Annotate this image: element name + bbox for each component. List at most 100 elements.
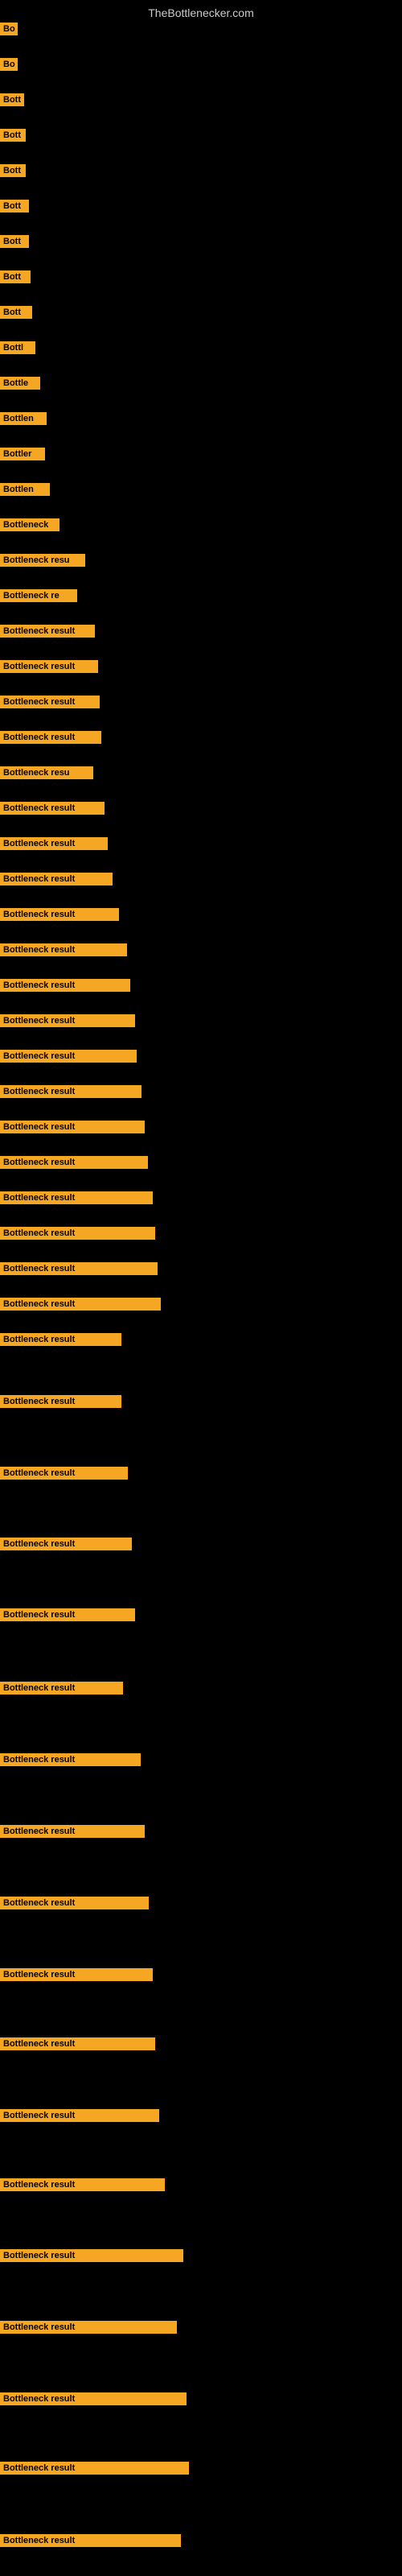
bar-label: Bottleneck result xyxy=(0,1050,137,1063)
bar-label: Bottleneck result xyxy=(0,660,98,673)
bar-item: Bottleneck result xyxy=(0,1227,155,1244)
bar-item: Bott xyxy=(0,270,31,287)
bar-item: Bottler xyxy=(0,448,45,464)
bar-label: Bottleneck result xyxy=(0,1897,149,1909)
bar-label: Bottleneck result xyxy=(0,2534,181,2547)
bar-label: Bottleneck result xyxy=(0,2178,165,2191)
bar-item: Bottleneck result xyxy=(0,1897,149,1913)
bar-item: Bottleneck result xyxy=(0,1753,141,1770)
bar-item: Bottleneck result xyxy=(0,979,130,996)
bar-label: Bottleneck result xyxy=(0,908,119,921)
bar-label: Bottleneck result xyxy=(0,1608,135,1621)
bar-item: Bott xyxy=(0,200,29,217)
bar-item: Bottleneck result xyxy=(0,2534,181,2551)
bar-label: Bottleneck result xyxy=(0,1467,128,1480)
bar-item: Bottlen xyxy=(0,412,47,429)
bar-label: Bottleneck resu xyxy=(0,766,93,779)
bar-label: Bo xyxy=(0,23,18,35)
bar-label: Bottleneck result xyxy=(0,2037,155,2050)
bar-item: Bo xyxy=(0,58,18,75)
bar-item: Bottleneck result xyxy=(0,802,105,819)
bar-label: Bott xyxy=(0,164,26,177)
bar-label: Bottl xyxy=(0,341,35,354)
bar-label: Bottleneck result xyxy=(0,1333,121,1346)
bar-item: Bottleneck result xyxy=(0,2178,165,2195)
bar-label: Bottleneck result xyxy=(0,731,101,744)
bar-item: Bottlen xyxy=(0,483,50,500)
bar-label: Bottleneck result xyxy=(0,1085,142,1098)
bar-item: Bottleneck result xyxy=(0,1538,132,1554)
bar-item: Bottleneck result xyxy=(0,2321,177,2338)
bar-item: Bo xyxy=(0,23,18,39)
bar-label: Bottleneck result xyxy=(0,1968,153,1981)
bar-item: Bottleneck xyxy=(0,518,59,535)
bar-label: Bottlen xyxy=(0,483,50,496)
bar-label: Bottlen xyxy=(0,412,47,425)
bar-label: Bottleneck result xyxy=(0,2109,159,2122)
bar-item: Bottleneck result xyxy=(0,1968,153,1985)
bar-label: Bottleneck re xyxy=(0,589,77,602)
bar-item: Bottleneck result xyxy=(0,1682,123,1699)
bar-item: Bottleneck result xyxy=(0,1298,161,1315)
bar-label: Bottleneck result xyxy=(0,2321,177,2334)
bar-item: Bottleneck resu xyxy=(0,554,85,571)
bar-label: Bottleneck xyxy=(0,518,59,531)
bar-label: Bottleneck result xyxy=(0,1121,145,1133)
bar-label: Bott xyxy=(0,235,29,248)
bar-item: Bottleneck result xyxy=(0,1156,148,1173)
bar-label: Bottleneck result xyxy=(0,1298,161,1311)
bar-item: Bottleneck result xyxy=(0,2392,187,2409)
bar-label: Bottleneck result xyxy=(0,2249,183,2262)
bar-item: Bottleneck result xyxy=(0,696,100,712)
bar-label: Bottle xyxy=(0,377,40,390)
bar-item: Bottle xyxy=(0,377,40,394)
bar-item: Bott xyxy=(0,306,32,323)
bar-item: Bottleneck result xyxy=(0,2037,155,2054)
bar-item: Bottleneck result xyxy=(0,1085,142,1102)
bar-item: Bottleneck re xyxy=(0,589,77,606)
bar-label: Bottleneck resu xyxy=(0,554,85,567)
site-title: TheBottlenecker.com xyxy=(0,0,402,23)
bar-item: Bottleneck result xyxy=(0,1050,137,1067)
bar-label: Bottleneck result xyxy=(0,1825,145,1838)
bar-item: Bott xyxy=(0,164,26,181)
bar-item: Bottleneck result xyxy=(0,1825,145,1842)
bar-label: Bottleneck result xyxy=(0,1538,132,1550)
bar-item: Bottleneck result xyxy=(0,1121,145,1137)
bar-item: Bottleneck result xyxy=(0,873,113,890)
bar-item: Bott xyxy=(0,129,26,146)
bar-item: Bottleneck result xyxy=(0,837,108,854)
bar-label: Bott xyxy=(0,270,31,283)
bar-label: Bottleneck result xyxy=(0,1395,121,1408)
bar-item: Bottl xyxy=(0,341,35,358)
bar-label: Bott xyxy=(0,129,26,142)
bar-item: Bott xyxy=(0,235,29,252)
bar-label: Bottleneck result xyxy=(0,1191,153,1204)
bar-label: Bottleneck result xyxy=(0,943,127,956)
bar-label: Bottleneck result xyxy=(0,802,105,815)
bar-label: Bottleneck result xyxy=(0,979,130,992)
bar-label: Bottleneck result xyxy=(0,1753,141,1766)
bar-label: Bottleneck result xyxy=(0,2462,189,2475)
bar-item: Bottleneck result xyxy=(0,1014,135,1031)
bar-item: Bottleneck result xyxy=(0,1191,153,1208)
bar-item: Bottleneck result xyxy=(0,1333,121,1350)
bar-item: Bottleneck result xyxy=(0,2249,183,2266)
bar-label: Bottler xyxy=(0,448,45,460)
bar-item: Bottleneck result xyxy=(0,1467,128,1484)
bar-label: Bo xyxy=(0,58,18,71)
bar-label: Bottleneck result xyxy=(0,625,95,638)
bar-item: Bottleneck result xyxy=(0,660,98,677)
bar-label: Bottleneck result xyxy=(0,1227,155,1240)
bar-item: Bottleneck resu xyxy=(0,766,93,783)
bar-label: Bott xyxy=(0,200,29,213)
bar-item: Bottleneck result xyxy=(0,2109,159,2126)
bar-item: Bottleneck result xyxy=(0,731,101,748)
bar-item: Bottleneck result xyxy=(0,625,95,642)
bar-item: Bottleneck result xyxy=(0,943,127,960)
bar-label: Bottleneck result xyxy=(0,1682,123,1695)
bar-item: Bottleneck result xyxy=(0,908,119,925)
bar-label: Bottleneck result xyxy=(0,1156,148,1169)
bar-label: Bottleneck result xyxy=(0,873,113,886)
bar-label: Bottleneck result xyxy=(0,1014,135,1027)
